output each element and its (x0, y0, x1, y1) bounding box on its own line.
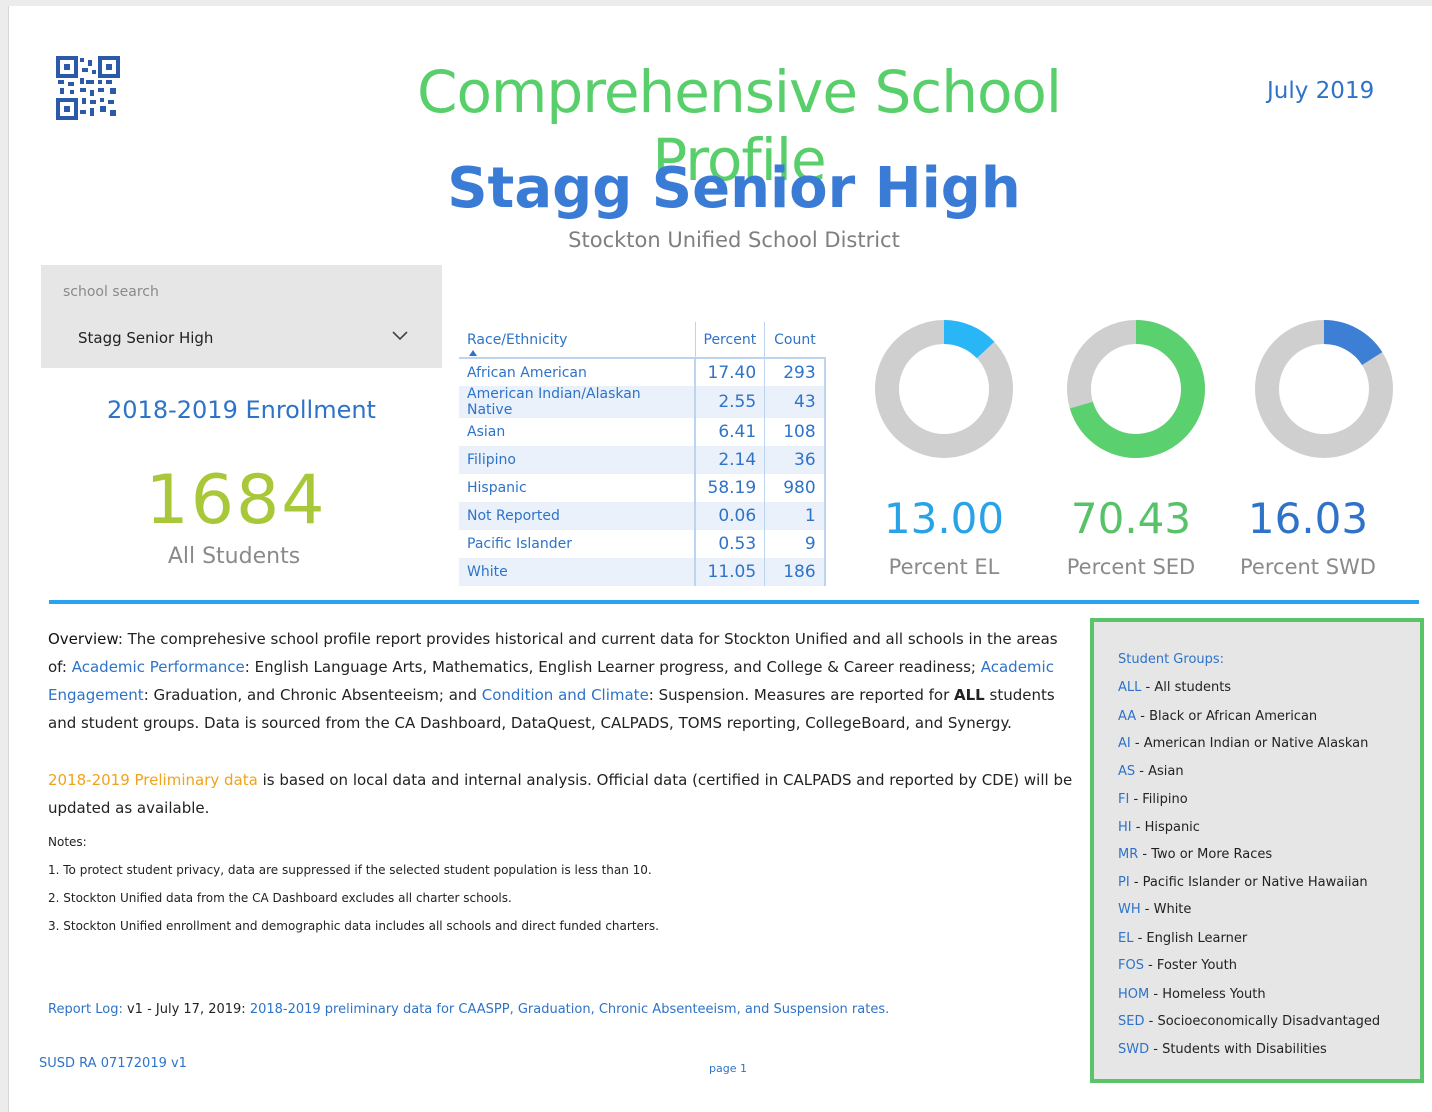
district-name: Stockton Unified School District (568, 228, 900, 252)
list-item: FOS - Foster Youth (1118, 958, 1237, 973)
enrollment-label: All Students (167, 544, 301, 569)
list-item: ALL - All students (1118, 680, 1232, 695)
race-percent: 0.53 (694, 530, 765, 558)
overview-text: Overview: The comprehesive school profil… (48, 630, 1058, 732)
notes-section: Notes: 1. To protect student privacy, da… (48, 828, 1078, 940)
list-item: EL - English Learner (1118, 931, 1248, 946)
academic-performance-label: Academic Performance (71, 658, 245, 676)
race-percent: 0.06 (694, 502, 765, 530)
school-search-dropdown[interactable]: school search Stagg Senior High (41, 265, 442, 368)
table-row: White 11.05 186 (459, 558, 826, 586)
note-item: 2. Stockton Unified data from the CA Das… (48, 891, 512, 905)
school-name: Stagg Senior High (447, 156, 1021, 221)
list-item: SWD - Students with Disabilities (1118, 1042, 1327, 1057)
chevron-down-icon[interactable] (390, 325, 410, 345)
footer-version: SUSD RA 07172019 v1 (39, 1056, 187, 1071)
list-item: HI - Hispanic (1118, 820, 1200, 835)
race-count: 980 (764, 474, 826, 502)
preliminary-data-label: 2018-2019 Preliminary data (48, 771, 258, 789)
table-row: Not Reported 0.06 1 (459, 502, 826, 530)
donut-slice (943, 320, 995, 359)
table-row: Asian 6.41 108 (459, 418, 826, 446)
race-name: Hispanic (467, 480, 527, 496)
enrollment-count: 1684 (145, 461, 327, 540)
report-log: Report Log: v1 - July 17, 2019: 2018-201… (48, 1002, 890, 1017)
race-name: Filipino (459, 446, 695, 474)
percent-el-label: Percent EL (888, 555, 1000, 579)
race-count: 186 (764, 558, 826, 586)
notes-title: Notes: (48, 835, 87, 849)
page-number: page 1 (709, 1062, 747, 1075)
table-row: Hispanic 58.19 980 (459, 474, 826, 502)
percent-sed-label: Percent SED (1066, 555, 1196, 579)
column-header-count[interactable]: Count (764, 322, 825, 359)
donut-chart-sed[interactable] (1066, 319, 1206, 459)
list-item: AS - Asian (1118, 764, 1184, 779)
race-percent: 6.41 (694, 418, 765, 446)
race-percent: 17.40 (694, 358, 765, 386)
report-date: July 2019 (1267, 78, 1375, 104)
overview-lead: Overview (48, 630, 118, 648)
list-item: HOM - Homeless Youth (1118, 987, 1266, 1002)
condition-climate-label: Condition and Climate (481, 686, 649, 704)
report-page: Comprehensive School Profile July 2019 S… (8, 6, 1432, 1112)
race-count: 9 (764, 530, 826, 558)
note-item: 1. To protect student privacy, data are … (48, 863, 652, 877)
race-name: American Indian/Alaskan Native (459, 386, 695, 418)
race-percent: 2.14 (694, 446, 765, 474)
student-groups-title: Student Groups: (1118, 652, 1225, 667)
race-count: 43 (764, 386, 826, 418)
donut-chart-el[interactable] (874, 319, 1014, 459)
race-count: 108 (764, 418, 826, 446)
race-percent: 11.05 (694, 558, 765, 586)
column-header-percent[interactable]: Percent (694, 322, 765, 359)
race-name: African American (467, 364, 587, 381)
race-count: 36 (764, 446, 826, 474)
school-search-label: school search (63, 284, 159, 300)
donut-slice (1323, 320, 1383, 366)
donut-chart-swd[interactable] (1254, 319, 1394, 459)
table-row: Filipino 2.14 36 (459, 446, 826, 474)
section-divider (49, 600, 1419, 604)
table-row: African American 17.40 293 (459, 358, 826, 386)
student-groups-legend: Student Groups: ALL - All students AA - … (1090, 618, 1424, 1083)
table-row: Pacific Islander 0.53 9 (459, 530, 826, 558)
list-item: PI - Pacific Islander or Native Hawaiian (1118, 875, 1368, 890)
qr-code-icon (56, 56, 120, 120)
percent-sed-value: 70.43 (1070, 494, 1192, 543)
enrollment-title: 2018-2019 Enrollment (107, 396, 376, 424)
list-item: SED - Socioeconomically Disadvantaged (1118, 1014, 1381, 1029)
race-name: Asian (467, 424, 506, 440)
list-item: FI - Filipino (1118, 792, 1188, 807)
table-row: American Indian/Alaskan Native 2.55 43 (459, 386, 826, 418)
note-item: 3. Stockton Unified enrollment and demog… (48, 919, 659, 933)
race-ethnicity-table: Race/Ethnicity Percent Count African Ame… (459, 322, 826, 586)
race-percent: 58.19 (694, 474, 765, 502)
percent-el-value: 13.00 (883, 494, 1005, 543)
race-count: 1 (764, 502, 826, 530)
list-item: AA - Black or African American (1118, 709, 1318, 724)
sort-up-icon[interactable] (469, 350, 477, 356)
race-name: Not Reported (459, 502, 695, 530)
list-item: MR - Two or More Races (1118, 847, 1273, 862)
percent-swd-label: Percent SWD (1240, 555, 1376, 579)
race-count: 293 (764, 358, 826, 386)
race-name: White (459, 558, 695, 586)
preliminary-data-note: 2018-2019 Preliminary data is based on l… (48, 771, 1073, 817)
percent-swd-value: 16.03 (1247, 494, 1369, 543)
column-header-race[interactable]: Race/Ethnicity (459, 322, 695, 359)
list-item: AI - American Indian or Native Alaskan (1118, 736, 1369, 751)
list-item: WH - White (1118, 902, 1192, 917)
race-percent: 2.55 (694, 386, 765, 418)
race-name: Pacific Islander (467, 536, 572, 552)
school-search-value[interactable]: Stagg Senior High (78, 329, 213, 347)
